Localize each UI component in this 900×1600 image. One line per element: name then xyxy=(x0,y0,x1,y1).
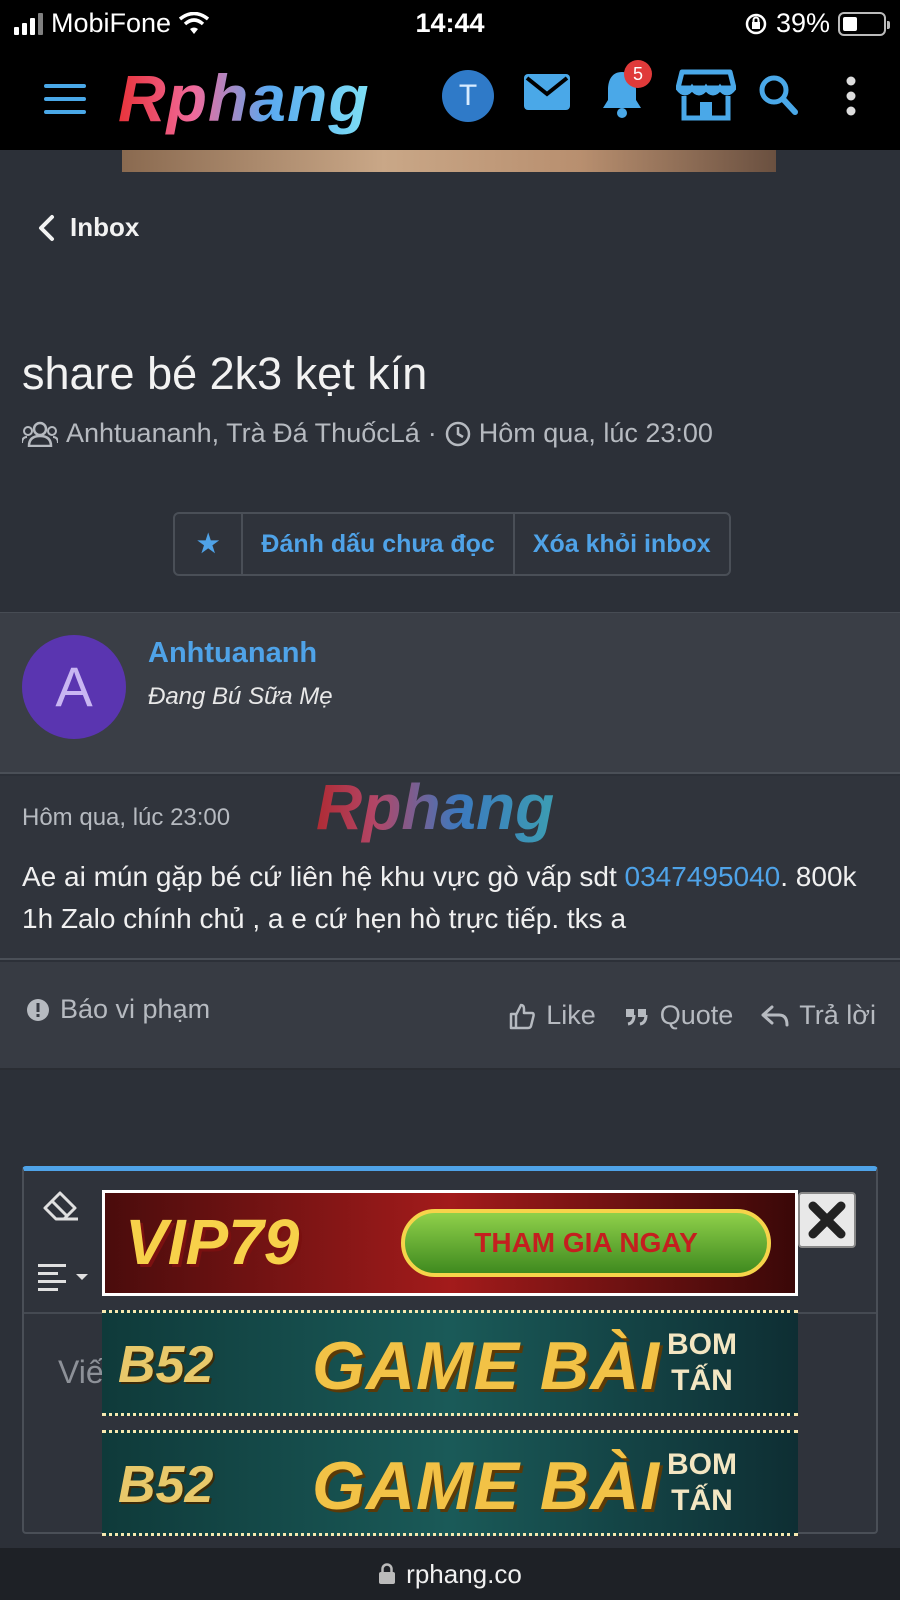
conversation-title: share bé 2k3 kẹt kín xyxy=(22,348,428,399)
browser-url-bar[interactable]: rphang.co xyxy=(0,1548,900,1600)
notification-badge: 5 xyxy=(624,60,652,88)
message-actions: Like Quote Trả lời xyxy=(508,1000,876,1031)
author-name[interactable]: Anhtuananh xyxy=(148,637,317,670)
participants[interactable]: Anhtuananh, Trà Đá ThuốcLá xyxy=(66,418,420,449)
conversation-time: Hôm qua, lúc 23:00 xyxy=(478,418,713,448)
star-icon: ★ xyxy=(197,530,220,558)
reply-button[interactable]: Trả lời xyxy=(761,1000,876,1031)
report-button[interactable]: Báo vi phạm xyxy=(26,994,210,1025)
mark-unread-button[interactable]: Đánh dấu chưa đọc xyxy=(243,514,515,574)
star-button[interactable]: ★ xyxy=(175,514,244,574)
b52-headline: GAME BÀI xyxy=(312,1448,660,1524)
b52-logo: B52 xyxy=(118,1336,214,1394)
back-label: Inbox xyxy=(70,212,140,242)
b52-subline: BOM TẤN xyxy=(632,1327,772,1399)
app-header: Rphang T 5 xyxy=(0,46,900,150)
menu-icon[interactable] xyxy=(44,84,86,114)
join-now-button[interactable]: THAM GIA NGAY xyxy=(401,1209,771,1277)
meta-separator: · xyxy=(427,418,437,448)
b52-ad-banner[interactable]: B52 GAME BÀI BOM TẤN xyxy=(102,1310,798,1416)
store-icon[interactable] xyxy=(676,68,736,122)
mail-icon[interactable] xyxy=(524,74,570,110)
quote-label: Quote xyxy=(659,1000,734,1030)
lock-icon xyxy=(379,1563,396,1584)
align-left-icon[interactable] xyxy=(38,1262,94,1294)
battery-percent: 39% xyxy=(775,8,830,38)
b52-headline: GAME BÀI xyxy=(312,1328,660,1404)
phone-link[interactable]: 0347495040 xyxy=(625,861,781,892)
search-icon[interactable] xyxy=(758,74,798,116)
b52-ad-banner[interactable]: B52 GAME BÀI BOM TẤN xyxy=(102,1430,798,1536)
quote-button[interactable]: Quote xyxy=(624,1000,734,1031)
back-to-inbox-link[interactable]: Inbox xyxy=(36,212,139,243)
b52-sub-2: TẤN xyxy=(671,1484,733,1517)
more-vertical-icon[interactable] xyxy=(846,76,856,116)
b52-sub-2: TẤN xyxy=(671,1364,733,1397)
rotation-lock-icon xyxy=(745,13,767,34)
watermark-logo: Rphang xyxy=(316,771,555,843)
clock-icon xyxy=(445,421,471,446)
b52-sub-1: BOM xyxy=(667,1448,737,1481)
b52-logo: B52 xyxy=(118,1456,214,1514)
like-button[interactable]: Like xyxy=(508,1000,596,1031)
top-banner-image xyxy=(122,150,776,172)
b52-sub-1: BOM xyxy=(667,1328,737,1361)
url-domain: rphang.co xyxy=(406,1558,522,1589)
b52-subline: BOM TẤN xyxy=(632,1447,772,1519)
chevron-left-icon xyxy=(39,214,54,241)
close-ad-button[interactable] xyxy=(798,1192,856,1248)
eraser-icon[interactable] xyxy=(42,1190,80,1222)
editor-placeholder: Viế xyxy=(58,1354,104,1390)
alert-icon xyxy=(27,998,49,1021)
vip79-logo: VIP79 xyxy=(125,1206,300,1278)
reply-label: Trả lời xyxy=(799,1000,876,1030)
close-icon xyxy=(808,1201,846,1239)
battery-icon xyxy=(838,11,890,36)
message-time: Hôm qua, lúc 23:00 xyxy=(22,804,231,831)
account-avatar[interactable]: T xyxy=(442,70,494,122)
users-icon xyxy=(22,421,58,447)
status-bar: MobiFone 14:44 39% xyxy=(0,0,900,46)
message-author-block: A Anhtuananh Đang Bú Sữa Mẹ xyxy=(0,612,900,774)
reply-icon xyxy=(761,1005,789,1026)
avatar[interactable]: A xyxy=(22,635,126,739)
message-text-start: Ae ai mún gặp bé cứ liên hệ khu vực gò v… xyxy=(22,861,625,892)
conversation-meta: Anhtuananh, Trà Đá ThuốcLá · Hôm qua, lú… xyxy=(22,418,713,449)
site-logo[interactable]: Rphang xyxy=(118,60,370,136)
remove-from-inbox-button[interactable]: Xóa khỏi inbox xyxy=(515,514,729,574)
quote-icon xyxy=(625,1008,648,1025)
report-label: Báo vi phạm xyxy=(60,994,211,1024)
author-title: Đang Bú Sữa Mẹ xyxy=(148,683,333,710)
message-text: Ae ai mún gặp bé cứ liên hệ khu vực gò v… xyxy=(22,856,882,940)
vip79-ad-banner[interactable]: VIP79 THAM GIA NGAY xyxy=(102,1190,798,1296)
conversation-actions: ★ Đánh dấu chưa đọc Xóa khỏi inbox xyxy=(173,512,731,576)
thumbs-up-icon xyxy=(509,1003,536,1029)
like-label: Like xyxy=(546,1000,596,1030)
